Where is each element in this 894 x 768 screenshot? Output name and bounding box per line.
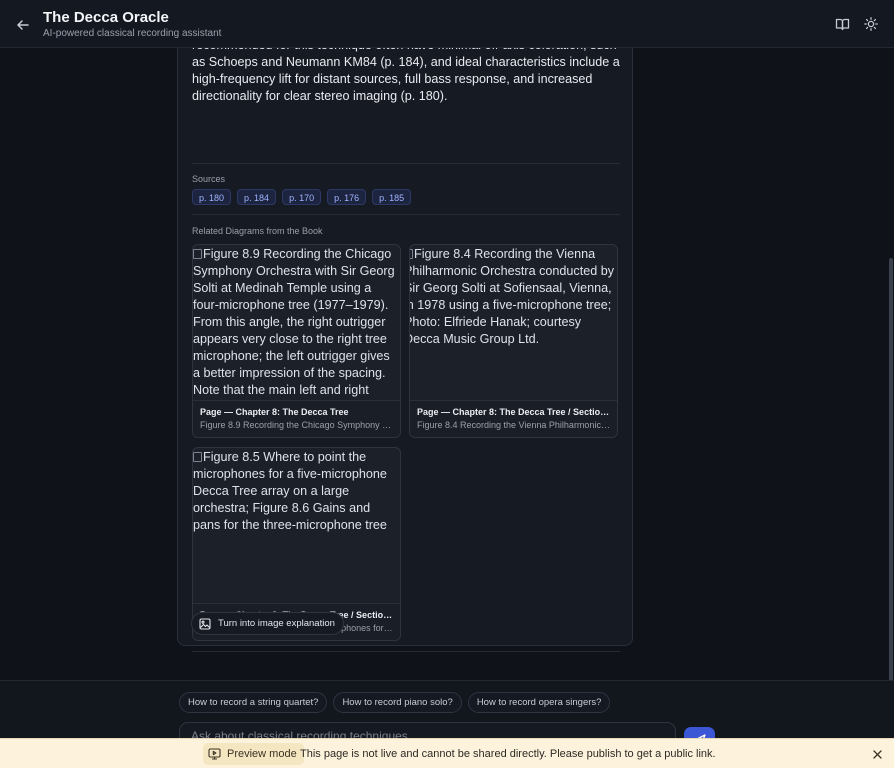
source-pages: p. 180 p. 184 p. 170 p. 176 p. 185 — [192, 189, 412, 205]
preview-mode-label: Preview mode — [227, 748, 297, 760]
divider — [192, 651, 620, 652]
source-page-chip[interactable]: p. 176 — [327, 189, 367, 205]
source-page-chip[interactable]: p. 185 — [372, 189, 412, 205]
answer-text: recommended for this technique often hav… — [192, 48, 620, 103]
close-icon — [872, 749, 882, 759]
broken-image-icon — [410, 249, 413, 259]
diagram-alt-text: Figure 8.5 Where to point the microphone… — [193, 450, 387, 532]
app-subtitle: AI-powered classical recording assistant — [43, 28, 222, 39]
preview-message: This page is not live and cannot be shar… — [300, 748, 716, 760]
diagram-caption: Page — Chapter 8: The Decca Tree Figure … — [193, 400, 400, 437]
diagram-image: Figure 8.4 Recording the Vienna Philharm… — [409, 245, 617, 400]
conversation-scroll-area[interactable]: recommended for this technique often hav… — [0, 48, 894, 680]
image-icon — [199, 617, 211, 630]
app-header: The Decca Oracle AI-powered classical re… — [0, 0, 894, 48]
diagram-caption: Page — Chapter 8: The Decca Tree / Secti… — [410, 400, 617, 437]
diagram-title: Page — Chapter 8: The Decca Tree / Secti… — [417, 407, 610, 417]
divider — [192, 163, 620, 164]
sources-label: Sources — [192, 174, 226, 184]
book-open-icon — [835, 18, 849, 31]
diagrams-label: Related Diagrams from the Book — [192, 226, 323, 236]
diagram-image: Figure 8.5 Where to point the microphone… — [193, 448, 400, 603]
sun-icon — [864, 17, 878, 31]
book-button[interactable] — [832, 14, 852, 34]
back-button[interactable] — [12, 14, 34, 36]
suggestion-chip[interactable]: How to record a string quartet? — [179, 692, 328, 713]
preview-banner: Preview mode This page is not live and c… — [0, 738, 894, 768]
theme-toggle-button[interactable] — [861, 14, 881, 34]
diagram-subtitle: Figure 8.9 Recording the Chicago Symphon… — [200, 420, 393, 430]
image-explanation-label: Turn into image explanation — [218, 618, 335, 629]
arrow-left-icon — [17, 20, 29, 30]
suggestion-chip[interactable]: How to record piano solo? — [333, 692, 462, 713]
diagram-subtitle: Figure 8.4 Recording the Vienna Philharm… — [417, 420, 610, 430]
diagram-alt-text: Figure 8.4 Recording the Vienna Philharm… — [409, 247, 614, 346]
diagram-image: Figure 8.9 Recording the Chicago Symphon… — [193, 245, 400, 400]
source-page-chip[interactable]: p. 184 — [237, 189, 277, 205]
broken-image-icon — [193, 249, 202, 259]
suggestion-chips: How to record a string quartet? How to r… — [179, 692, 611, 713]
diagram-card[interactable]: Figure 8.4 Recording the Vienna Philharm… — [409, 244, 618, 438]
image-explanation-button[interactable]: Turn into image explanation — [191, 612, 344, 635]
suggestion-chip[interactable]: How to record opera singers? — [467, 692, 611, 713]
scrollbar[interactable] — [889, 258, 893, 680]
broken-image-icon — [193, 452, 202, 462]
close-banner-button[interactable] — [870, 747, 884, 761]
preview-mode-badge: Preview mode — [203, 743, 304, 765]
diagram-title: Page — Chapter 8: The Decca Tree — [200, 407, 349, 417]
source-page-chip[interactable]: p. 180 — [192, 189, 232, 205]
diagram-alt-text: Figure 8.9 Recording the Chicago Symphon… — [193, 247, 395, 397]
preview-icon — [208, 748, 221, 760]
diagram-card[interactable]: Figure 8.9 Recording the Chicago Symphon… — [192, 244, 401, 438]
app-title: The Decca Oracle — [43, 9, 169, 26]
divider — [192, 214, 620, 215]
assistant-answer-card: recommended for this technique often hav… — [177, 48, 633, 652]
source-page-chip[interactable]: p. 170 — [282, 189, 322, 205]
